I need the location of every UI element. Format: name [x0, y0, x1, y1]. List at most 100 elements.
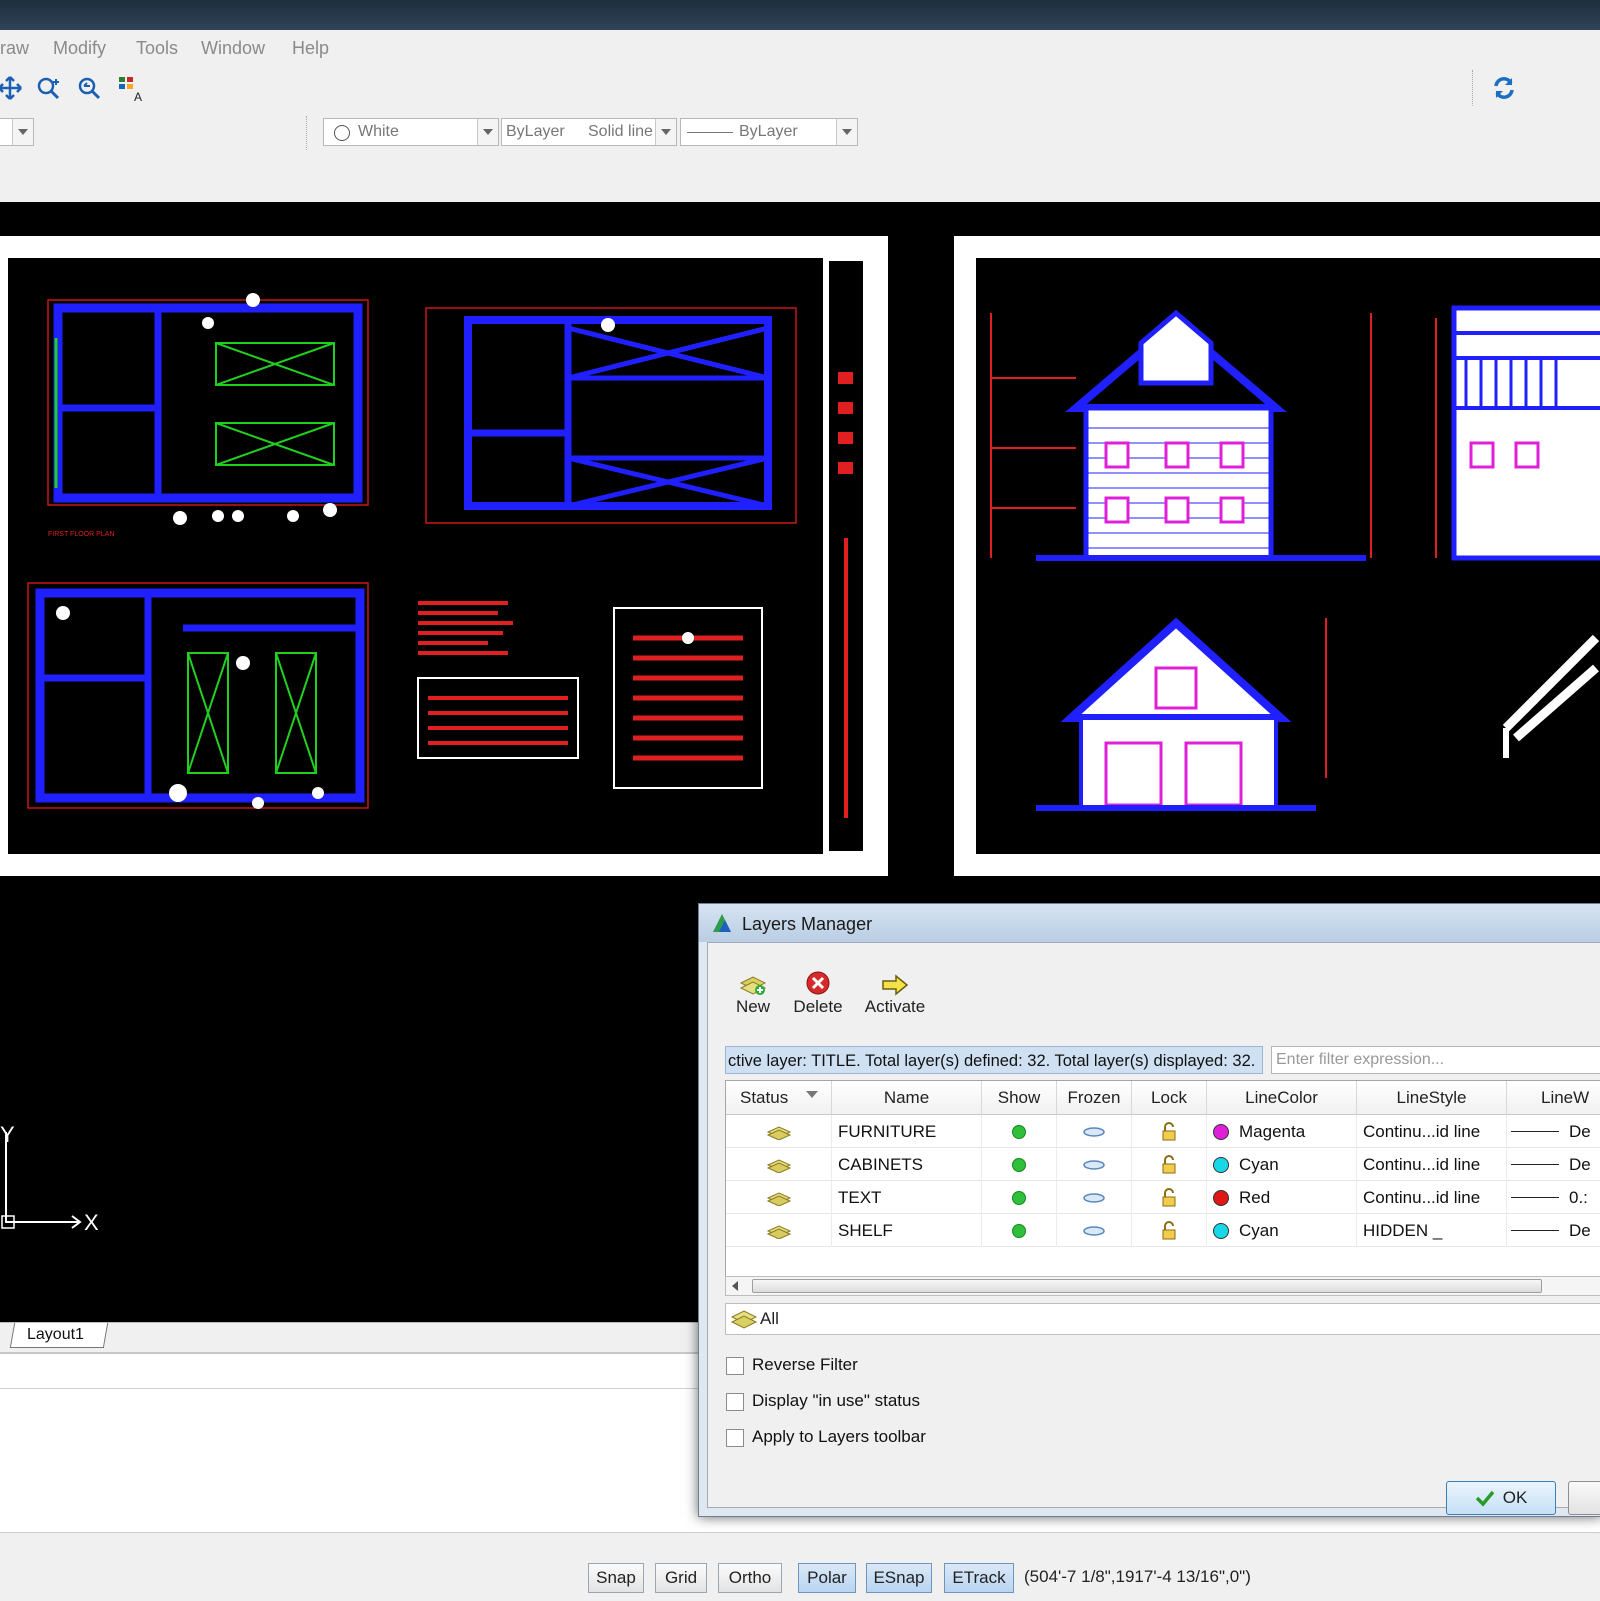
- toolbar-separator: [306, 116, 309, 150]
- line-color-cell[interactable]: Cyan: [1207, 1148, 1357, 1181]
- ortho-toggle[interactable]: Ortho: [718, 1563, 782, 1593]
- layer-name-cell[interactable]: TEXT: [832, 1181, 982, 1214]
- line-style-cell[interactable]: Continu...id line: [1357, 1115, 1507, 1148]
- status-cell[interactable]: [726, 1181, 832, 1214]
- column-header-linestyle[interactable]: LineStyle: [1357, 1081, 1507, 1115]
- lineweight-combo[interactable]: ByLayer: [680, 118, 858, 146]
- show-toggle[interactable]: [982, 1115, 1057, 1148]
- checkmark-icon: [1475, 1490, 1495, 1507]
- layer-name-cell[interactable]: FURNITURE: [832, 1115, 982, 1148]
- lineweight-sample-line: [1511, 1164, 1559, 1165]
- frozen-toggle[interactable]: [1057, 1115, 1132, 1148]
- lock-toggle[interactable]: [1132, 1115, 1207, 1148]
- frozen-toggle[interactable]: [1057, 1214, 1132, 1247]
- scrollbar-thumb[interactable]: [752, 1279, 1542, 1293]
- table-row[interactable]: TEXT Red Continu...id line 0.:: [726, 1181, 1600, 1214]
- color-swatch-icon: [1213, 1123, 1229, 1140]
- unlocked-icon: [1162, 1154, 1176, 1173]
- dialog-title: Layers Manager: [742, 914, 873, 934]
- layer-name-cell[interactable]: SHELF: [832, 1214, 982, 1247]
- pan-icon[interactable]: [0, 74, 24, 102]
- lineweight-value: ByLayer: [739, 123, 798, 140]
- line-color-cell[interactable]: Magenta: [1207, 1115, 1357, 1148]
- lineweight-sample-line: [1511, 1230, 1559, 1231]
- layer-name-cell[interactable]: CABINETS: [832, 1148, 982, 1181]
- column-header-frozen[interactable]: Frozen: [1057, 1081, 1132, 1115]
- frozen-toggle[interactable]: [1057, 1181, 1132, 1214]
- column-header-name[interactable]: Name: [832, 1081, 982, 1115]
- scroll-left-icon[interactable]: [732, 1281, 738, 1291]
- snap-toggle[interactable]: Snap: [588, 1563, 644, 1593]
- linetype-description: Solid line: [588, 123, 653, 140]
- delete-layer-button[interactable]: Delete: [788, 963, 848, 1017]
- unlocked-icon: [1162, 1121, 1176, 1140]
- layer-combo[interactable]: [0, 118, 34, 146]
- status-cell[interactable]: [726, 1115, 832, 1148]
- refresh-icon[interactable]: [1490, 74, 1518, 102]
- line-color-label: Red: [1239, 1187, 1271, 1207]
- status-cell[interactable]: [726, 1214, 832, 1247]
- activate-layer-button[interactable]: Activate: [860, 963, 930, 1017]
- esnap-toggle[interactable]: ESnap: [866, 1563, 932, 1593]
- toolbar-strip: [0, 156, 1600, 203]
- menu-tools[interactable]: Tools: [136, 38, 178, 59]
- linetype-combo[interactable]: ByLayer Solid line: [501, 118, 677, 146]
- display-in-use-checkbox[interactable]: [726, 1393, 744, 1411]
- cancel-button[interactable]: [1568, 1481, 1600, 1515]
- window-titlebar: [0, 0, 1600, 30]
- line-color-cell[interactable]: Red: [1207, 1181, 1357, 1214]
- line-style-cell[interactable]: HIDDEN _: [1357, 1214, 1507, 1247]
- table-horizontal-scrollbar[interactable]: [725, 1276, 1600, 1296]
- lock-toggle[interactable]: [1132, 1148, 1207, 1181]
- delete-layer-label: Delete: [793, 997, 843, 1016]
- new-layer-label: New: [735, 997, 770, 1016]
- frozen-toggle[interactable]: [1057, 1148, 1132, 1181]
- menu-draw[interactable]: raw: [0, 38, 29, 59]
- column-header-lock[interactable]: Lock: [1132, 1081, 1207, 1115]
- zoom-realtime-icon[interactable]: [34, 74, 62, 102]
- column-header-status-label: Status: [740, 1087, 789, 1107]
- filter-all-item[interactable]: All: [760, 1309, 779, 1329]
- layer-properties-icon[interactable]: A: [117, 74, 145, 102]
- ok-button[interactable]: OK: [1446, 1481, 1556, 1515]
- lock-toggle[interactable]: [1132, 1214, 1207, 1247]
- table-row[interactable]: SHELF Cyan HIDDEN _ De: [726, 1214, 1600, 1247]
- line-color-cell[interactable]: Cyan: [1207, 1214, 1357, 1247]
- svg-text:FIRST FLOOR PLAN: FIRST FLOOR PLAN: [48, 531, 114, 538]
- line-weight-cell[interactable]: De: [1507, 1115, 1600, 1148]
- menu-help[interactable]: Help: [292, 38, 329, 59]
- apply-to-toolbar-checkbox[interactable]: [726, 1429, 744, 1447]
- dialog-titlebar[interactable]: Layers Manager: [699, 904, 1600, 942]
- line-style-cell[interactable]: Continu...id line: [1357, 1148, 1507, 1181]
- new-layer-button[interactable]: New: [728, 963, 778, 1017]
- filter-expression-input[interactable]: Enter filter expression...: [1271, 1046, 1600, 1074]
- show-toggle[interactable]: [982, 1214, 1057, 1247]
- menu-window[interactable]: Window: [201, 38, 265, 59]
- visible-icon: [1012, 1157, 1026, 1172]
- menu-modify[interactable]: Modify: [53, 38, 106, 59]
- line-weight-cell[interactable]: De: [1507, 1148, 1600, 1181]
- line-weight-cell[interactable]: De: [1507, 1214, 1600, 1247]
- grid-toggle[interactable]: Grid: [655, 1563, 707, 1593]
- status-cell[interactable]: [726, 1148, 832, 1181]
- column-header-show[interactable]: Show: [982, 1081, 1057, 1115]
- show-toggle[interactable]: [982, 1181, 1057, 1214]
- polar-toggle[interactable]: Polar: [798, 1563, 856, 1593]
- column-header-lineweight[interactable]: LineW: [1507, 1081, 1600, 1115]
- show-toggle[interactable]: [982, 1148, 1057, 1181]
- table-row[interactable]: FURNITURE Magenta Continu...id line De: [726, 1115, 1600, 1148]
- line-style-cell[interactable]: Continu...id line: [1357, 1181, 1507, 1214]
- column-header-linecolor[interactable]: LineColor: [1207, 1081, 1357, 1115]
- sheet-elevations-viewport: [976, 258, 1600, 854]
- color-combo[interactable]: White: [323, 118, 499, 146]
- zoom-previous-icon[interactable]: [75, 74, 103, 102]
- table-row[interactable]: CABINETS Cyan Continu...id line De: [726, 1148, 1600, 1181]
- line-weight-cell[interactable]: 0.:: [1507, 1181, 1600, 1214]
- sort-desc-icon: [806, 1091, 818, 1098]
- reverse-filter-checkbox[interactable]: [726, 1357, 744, 1375]
- line-color-label: Magenta: [1239, 1121, 1306, 1141]
- etrack-toggle[interactable]: ETrack: [944, 1563, 1014, 1593]
- lock-toggle[interactable]: [1132, 1181, 1207, 1214]
- layer-filter-icon: [730, 1310, 758, 1329]
- column-header-status[interactable]: Status: [726, 1081, 832, 1115]
